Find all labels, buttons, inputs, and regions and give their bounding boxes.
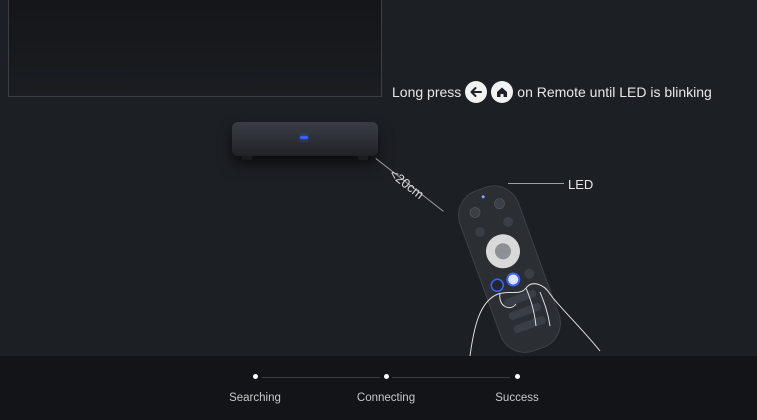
step-label: Connecting bbox=[356, 392, 416, 404]
pairing-instruction: Long press on Remote until LED is blinki… bbox=[392, 78, 712, 106]
step-dot bbox=[252, 374, 258, 379]
progress-steps-bar: Searching Connecting Success bbox=[0, 356, 757, 420]
step-dot bbox=[383, 374, 389, 379]
home-icon bbox=[491, 81, 514, 103]
step-success: Success bbox=[462, 372, 572, 404]
box-led-indicator bbox=[300, 136, 308, 139]
step-dot bbox=[514, 374, 520, 379]
step-connecting: Connecting bbox=[331, 372, 441, 404]
box-foot bbox=[242, 156, 252, 160]
instruction-prefix: Long press bbox=[392, 84, 462, 100]
tv-screen-outline bbox=[8, 0, 382, 97]
step-label: Searching bbox=[229, 392, 281, 404]
step-label: Success bbox=[495, 392, 539, 404]
instruction-suffix: on Remote until LED is blinking bbox=[517, 84, 712, 100]
step-searching: Searching bbox=[200, 372, 310, 404]
remote-in-hand-illustration bbox=[458, 185, 601, 356]
distance-label: <20cm bbox=[386, 166, 428, 203]
arrow-left-icon bbox=[465, 81, 488, 103]
streaming-box bbox=[232, 122, 378, 160]
box-foot bbox=[358, 156, 368, 160]
